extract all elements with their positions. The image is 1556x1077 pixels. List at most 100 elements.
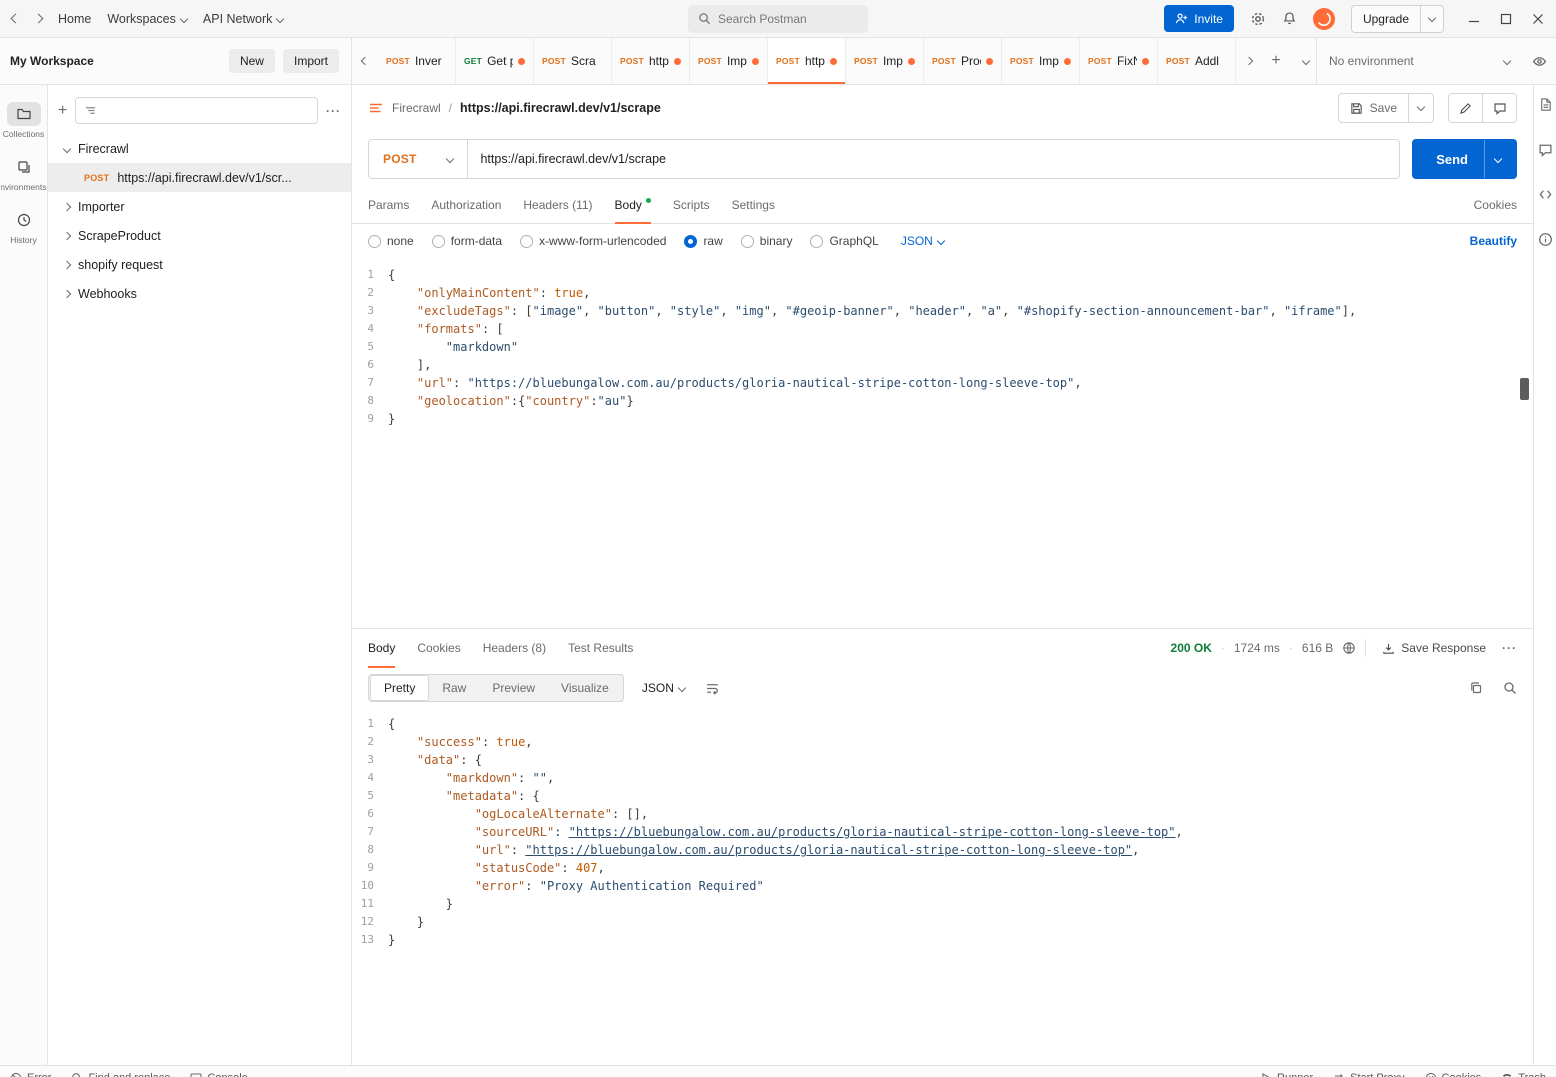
status-badge[interactable]: 200 OK [1171, 641, 1212, 655]
search-response-icon[interactable] [1503, 681, 1517, 695]
breadcrumb-collection[interactable]: Firecrawl [392, 101, 441, 115]
body-type-none[interactable]: none [368, 234, 414, 248]
back-icon[interactable] [10, 13, 21, 24]
maximize-button[interactable] [1500, 13, 1512, 25]
request-tab[interactable]: POST Imp [846, 38, 924, 84]
chevron-down-icon[interactable] [1485, 152, 1511, 167]
rail-item-collections[interactable]: Collections [0, 95, 47, 148]
request-tab[interactable]: GET Get p [456, 38, 534, 84]
statusbar-start-proxy[interactable]: Start Proxy [1333, 1072, 1405, 1077]
info-icon[interactable] [1538, 232, 1553, 247]
postman-logo[interactable] [1312, 7, 1335, 30]
response-tab-headers-8[interactable]: Headers (8) [483, 629, 546, 667]
view-tab-visualize[interactable]: Visualize [548, 676, 622, 700]
request-tab[interactable]: POST Scra [534, 38, 612, 84]
statusbar-cookies[interactable]: Cookies [1425, 1072, 1481, 1077]
invite-button[interactable]: Invite [1164, 5, 1234, 32]
view-tab-raw[interactable]: Raw [429, 676, 479, 700]
view-tab-pretty[interactable]: Pretty [370, 675, 430, 701]
editor-scrollbar-thumb[interactable] [1520, 378, 1529, 400]
request-tab[interactable]: POST http [612, 38, 690, 84]
request-tab[interactable]: POST Prod [924, 38, 1002, 84]
request-tab-params[interactable]: Params [368, 187, 409, 223]
breadcrumb-request-name[interactable]: https://api.firecrawl.dev/v1/scrape [460, 101, 661, 115]
request-tab[interactable]: POST Inver [378, 38, 456, 84]
view-tab-preview[interactable]: Preview [479, 676, 548, 700]
add-collection-icon[interactable]: + [58, 102, 67, 120]
collection-item-firecrawl[interactable]: Firecrawl [48, 134, 351, 163]
tab-list-chevron-icon[interactable] [1290, 38, 1316, 84]
comment-icon[interactable] [1538, 142, 1553, 157]
response-tab-body[interactable]: Body [368, 629, 396, 668]
cookies-link[interactable]: Cookies [1474, 187, 1517, 223]
statusbar-trash[interactable]: Trash [1501, 1072, 1546, 1077]
scroll-tabs-left-icon[interactable] [352, 38, 378, 84]
nav-api-network[interactable]: API Network [203, 12, 285, 26]
response-body-editor[interactable]: 1{2 "success": true, 3 "data": {4 "markdo… [352, 709, 1533, 1065]
body-type-x-www-form-urlencoded[interactable]: x-www-form-urlencoded [520, 234, 666, 248]
body-type-raw[interactable]: raw [684, 234, 723, 248]
new-button[interactable]: New [228, 49, 275, 73]
forward-icon[interactable] [33, 13, 44, 24]
bell-icon[interactable] [1282, 11, 1297, 26]
response-more-options-icon[interactable]: ··· [1502, 641, 1517, 655]
save-button[interactable]: Save [1337, 93, 1434, 123]
request-tab[interactable]: POST http [768, 38, 846, 84]
method-select[interactable]: POST [369, 140, 469, 178]
statusbar-find-and-replace[interactable]: Find and replace [71, 1072, 170, 1077]
comment-icon[interactable] [1483, 94, 1516, 122]
save-response-button[interactable]: Save Response [1375, 636, 1493, 660]
chevron-down-icon[interactable] [1409, 101, 1433, 115]
request-tab[interactable]: POST FixN [1080, 38, 1158, 84]
edit-pencil-icon[interactable] [1449, 94, 1482, 122]
documentation-icon[interactable] [1538, 97, 1553, 112]
request-body-editor[interactable]: 1{2 "onlyMainContent": true, 3 "excludeTa… [352, 258, 1533, 628]
request-tab-headers-11[interactable]: Headers (11) [523, 187, 592, 223]
statusbar-error[interactable]: Error [10, 1072, 51, 1077]
globe-icon[interactable] [1342, 641, 1356, 655]
response-time[interactable]: 1724 ms [1234, 641, 1280, 655]
body-type-graphql[interactable]: GraphQL [810, 234, 879, 248]
nav-workspaces[interactable]: Workspaces [107, 12, 189, 26]
body-type-binary[interactable]: binary [740, 234, 792, 248]
new-tab-button[interactable]: + [1262, 38, 1290, 84]
gear-icon[interactable] [1250, 11, 1266, 27]
request-tab-body[interactable]: Body [614, 187, 652, 224]
request-tab[interactable]: POST Imp [690, 38, 768, 84]
send-button[interactable]: Send [1412, 139, 1517, 179]
search-input[interactable]: Search Postman [688, 4, 868, 33]
response-tab-cookies[interactable]: Cookies [417, 629, 460, 667]
environment-selector[interactable]: No environment [1316, 38, 1522, 84]
upgrade-button[interactable]: Upgrade [1350, 4, 1444, 33]
code-icon[interactable] [1538, 187, 1553, 202]
minimize-button[interactable] [1468, 13, 1480, 25]
url-input[interactable] [468, 140, 1400, 178]
copy-icon[interactable] [1469, 681, 1483, 695]
import-button[interactable]: Import [282, 49, 339, 73]
response-language-select[interactable]: JSON [642, 681, 687, 695]
sidebar-more-options-icon[interactable]: ··· [326, 104, 341, 118]
statusbar-console[interactable]: Console [190, 1072, 248, 1077]
wrap-text-icon[interactable] [705, 681, 720, 696]
scroll-tabs-right-icon[interactable] [1236, 38, 1262, 84]
collection-item-importer[interactable]: Importer [48, 192, 351, 221]
response-tab-test-results[interactable]: Test Results [568, 629, 633, 667]
request-tab-scripts[interactable]: Scripts [673, 187, 710, 223]
rail-item-environments[interactable]: Environments [0, 148, 47, 201]
close-button[interactable] [1532, 13, 1544, 25]
sidebar-search-input[interactable] [75, 97, 318, 124]
rail-item-history[interactable]: History [0, 201, 47, 254]
beautify-link[interactable]: Beautify [1470, 234, 1517, 248]
request-tab[interactable]: POST Addl [1158, 38, 1236, 84]
collection-item-shopify-request[interactable]: shopify request [48, 250, 351, 279]
response-size[interactable]: 616 B [1302, 641, 1333, 655]
body-type-form-data[interactable]: form-data [431, 234, 502, 248]
request-tab-settings[interactable]: Settings [732, 187, 775, 223]
nav-home[interactable]: Home [58, 12, 91, 26]
request-item-scrape[interactable]: POST https://api.firecrawl.dev/v1/scr... [48, 163, 351, 192]
request-tab[interactable]: POST Imp [1002, 38, 1080, 84]
statusbar-runner[interactable]: Runner [1260, 1072, 1313, 1077]
request-tab-authorization[interactable]: Authorization [431, 187, 501, 223]
body-language-select[interactable]: JSON [901, 234, 946, 248]
collection-item-webhooks[interactable]: Webhooks [48, 279, 351, 308]
